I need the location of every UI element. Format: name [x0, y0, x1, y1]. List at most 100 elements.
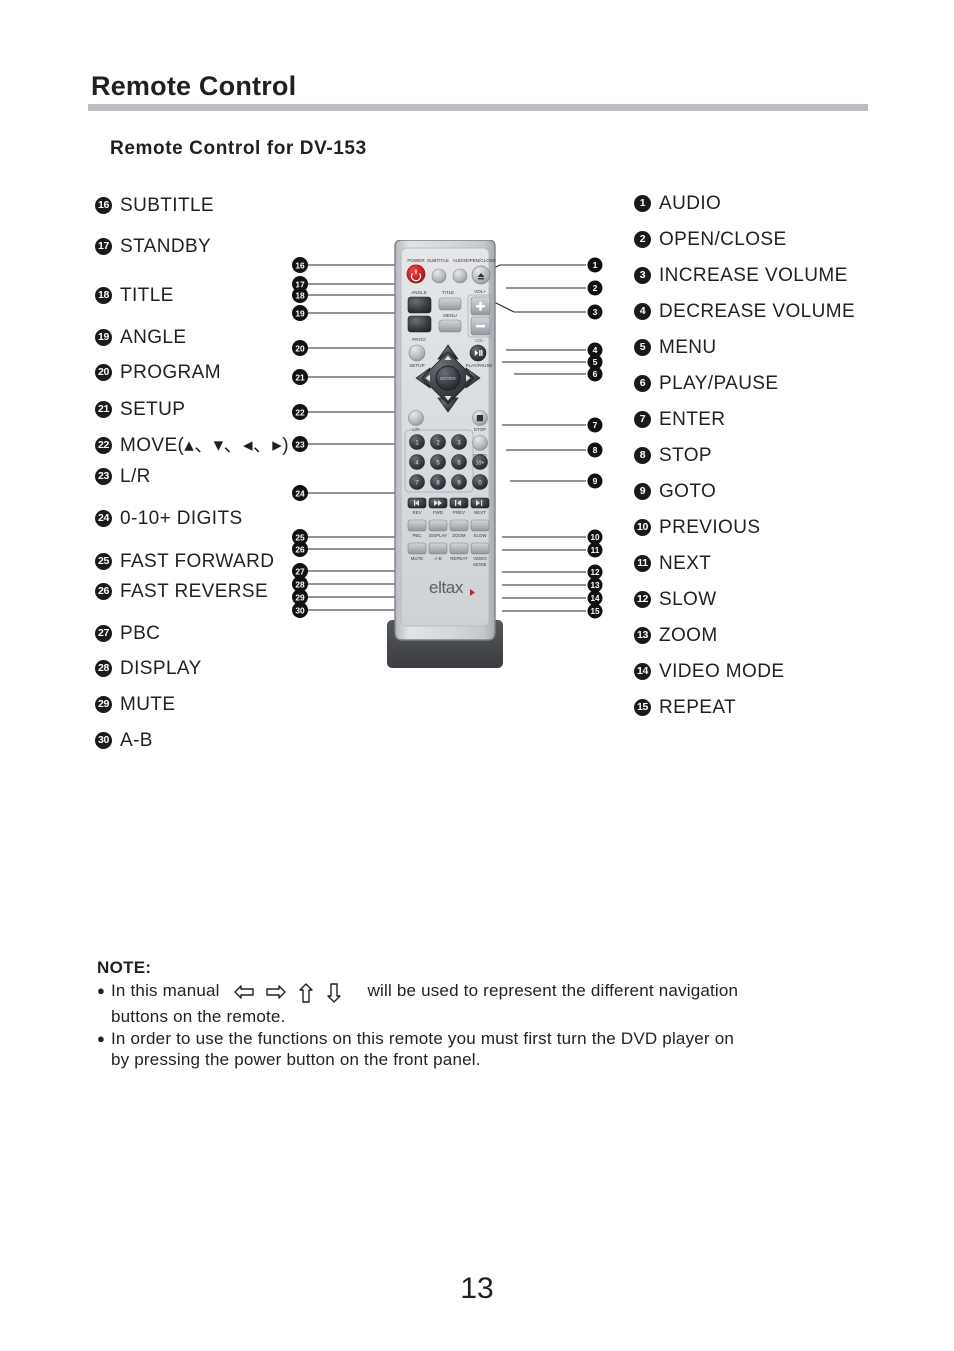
list-item-label: ZOOM [659, 625, 718, 646]
remote-label-vol-down: VOL- [475, 338, 486, 343]
svg-text:6: 6 [593, 369, 598, 379]
remote-label-mute: MUTE [411, 556, 424, 561]
remote-key-ab[interactable] [428, 542, 448, 555]
header-rule [88, 104, 868, 111]
list-item-label: DECREASE VOLUME [659, 301, 856, 322]
list-item-label: STANDBY [120, 236, 212, 257]
remote-key-subtitle[interactable] [431, 268, 447, 284]
list-item: 30 A-B [95, 730, 320, 752]
list-item-label: OPEN/CLOSE [659, 229, 787, 250]
remote-key-video-mode[interactable] [470, 542, 490, 555]
list-item: 12 SLOW [634, 589, 934, 611]
list-item-label: SLOW [659, 589, 717, 610]
svg-text:18: 18 [295, 290, 305, 300]
remote-key-zoom[interactable] [449, 519, 469, 532]
callout-number: 11 [634, 554, 651, 572]
list-item: 1 AUDIO [634, 193, 934, 215]
remote-label-repeat: REPEAT [450, 556, 468, 561]
callout-number: 3 [634, 266, 651, 284]
remote-key-audio[interactable] [452, 268, 468, 284]
note-block: NOTE: ● In this manual will be used to r… [97, 958, 887, 1070]
list-item: 10 PREVIOUS [634, 517, 934, 539]
svg-text:23: 23 [295, 439, 305, 449]
remote-key-angle[interactable] [407, 296, 432, 314]
list-item-label: TITLE [120, 285, 174, 306]
list-item-label: A-B [120, 730, 153, 751]
svg-text:14: 14 [590, 594, 600, 603]
list-item-label: PROGRAM [120, 362, 221, 383]
remote-label-prog: PROG [412, 337, 426, 342]
list-item: 17 STANDBY [95, 236, 320, 258]
callout-number: 26 [95, 582, 112, 600]
callout-number: 5 [634, 338, 651, 356]
list-item-label: PREVIOUS [659, 517, 761, 538]
note-text-2b: by pressing the power button on the fron… [111, 1050, 481, 1069]
note-bullet-2: ● In order to use the functions on this … [97, 1028, 887, 1070]
arrow-up-icon [298, 983, 313, 1003]
list-item: 4 DECREASE VOLUME [634, 301, 934, 323]
callout-number: 7 [634, 410, 651, 428]
remote-label-enter: ENTER [440, 376, 456, 381]
remote-key-menu[interactable] [438, 319, 462, 333]
svg-text:2: 2 [593, 283, 598, 293]
remote-label-open-close: OPEN/CLOSE [466, 258, 496, 263]
list-item-label: FAST FORWARD [120, 551, 275, 572]
svg-text:29: 29 [295, 592, 305, 602]
remote-label-prev: PREV [453, 510, 465, 515]
list-item-label: PLAY/PAUSE [659, 373, 779, 394]
note-title: NOTE: [97, 958, 152, 977]
svg-text:3: 3 [593, 307, 598, 317]
callout-leader-lines-right [500, 264, 586, 612]
remote-key-display[interactable] [428, 519, 448, 532]
remote-label-rev: REV [412, 510, 421, 515]
list-item: 21 SETUP [95, 399, 320, 421]
svg-text:12: 12 [590, 568, 600, 577]
page-header: Remote Control [88, 70, 878, 111]
svg-text:1: 1 [593, 260, 598, 270]
remote-key-setup[interactable] [408, 344, 426, 362]
list-item: 24 0-10+ DIGITS [95, 508, 320, 530]
note-text-1c: buttons on the remote. [111, 1007, 286, 1026]
svg-text:30: 30 [295, 605, 305, 615]
list-item-label: GOTO [659, 481, 717, 502]
svg-text:27: 27 [295, 566, 305, 576]
legend-left: 16 SUBTITLE 17 STANDBY 18 TITLE 19 ANGLE… [95, 195, 320, 752]
remote-label-zoom: ZOOM [452, 533, 466, 538]
list-item: 7 ENTER [634, 409, 934, 431]
svg-text:9: 9 [593, 476, 598, 486]
remote-key-mute[interactable] [407, 542, 427, 555]
svg-text:25: 25 [295, 532, 305, 542]
arrow-right-icon [265, 985, 286, 999]
callout-bullets-right: 1 2 3 4 5 6 7 8 9 10 11 12 13 14 15 [587, 257, 603, 619]
remote-label-ab: A-B [434, 556, 441, 561]
remote-key-slow[interactable] [470, 519, 490, 532]
remote-key-title[interactable] [438, 297, 462, 311]
remote-label-mode: MODE [473, 562, 486, 567]
remote-label-title: TITLE [442, 290, 455, 295]
remote-key-goto[interactable] [472, 435, 488, 451]
svg-text:20: 20 [295, 343, 305, 353]
callout-bullets-left: 16 17 18 19 20 21 22 23 24 25 26 27 28 2… [292, 257, 308, 618]
list-item-label: 0-10+ DIGITS [120, 508, 243, 529]
remote-label-next: NEXT [474, 510, 486, 515]
callout-number: 24 [95, 509, 112, 527]
stop-icon [476, 415, 483, 422]
arrow-down-icon [326, 983, 341, 1003]
svg-text:15: 15 [590, 607, 600, 616]
svg-text:10: 10 [590, 533, 600, 542]
remote-label-angle: ANGLE [411, 290, 427, 295]
callout-number: 28 [95, 659, 112, 677]
remote-key-pbc[interactable] [407, 519, 427, 532]
remote-key-lr[interactable] [408, 410, 424, 426]
callout-number: 1 [634, 194, 651, 212]
remote-key-prog[interactable] [407, 315, 432, 333]
callout-number: 14 [634, 662, 651, 680]
callout-number: 29 [95, 695, 112, 713]
remote-label-lr: L/R [412, 427, 420, 432]
remote-key-repeat[interactable] [449, 542, 469, 555]
list-item-label: MOVE(▴、▾、◂、▸) [120, 435, 289, 456]
list-item: 23 L/R [95, 466, 320, 488]
callout-number: 13 [634, 626, 651, 644]
callout-number: 2 [634, 230, 651, 248]
note-bullet-1: ● In this manual will be used to represe… [97, 980, 887, 1027]
